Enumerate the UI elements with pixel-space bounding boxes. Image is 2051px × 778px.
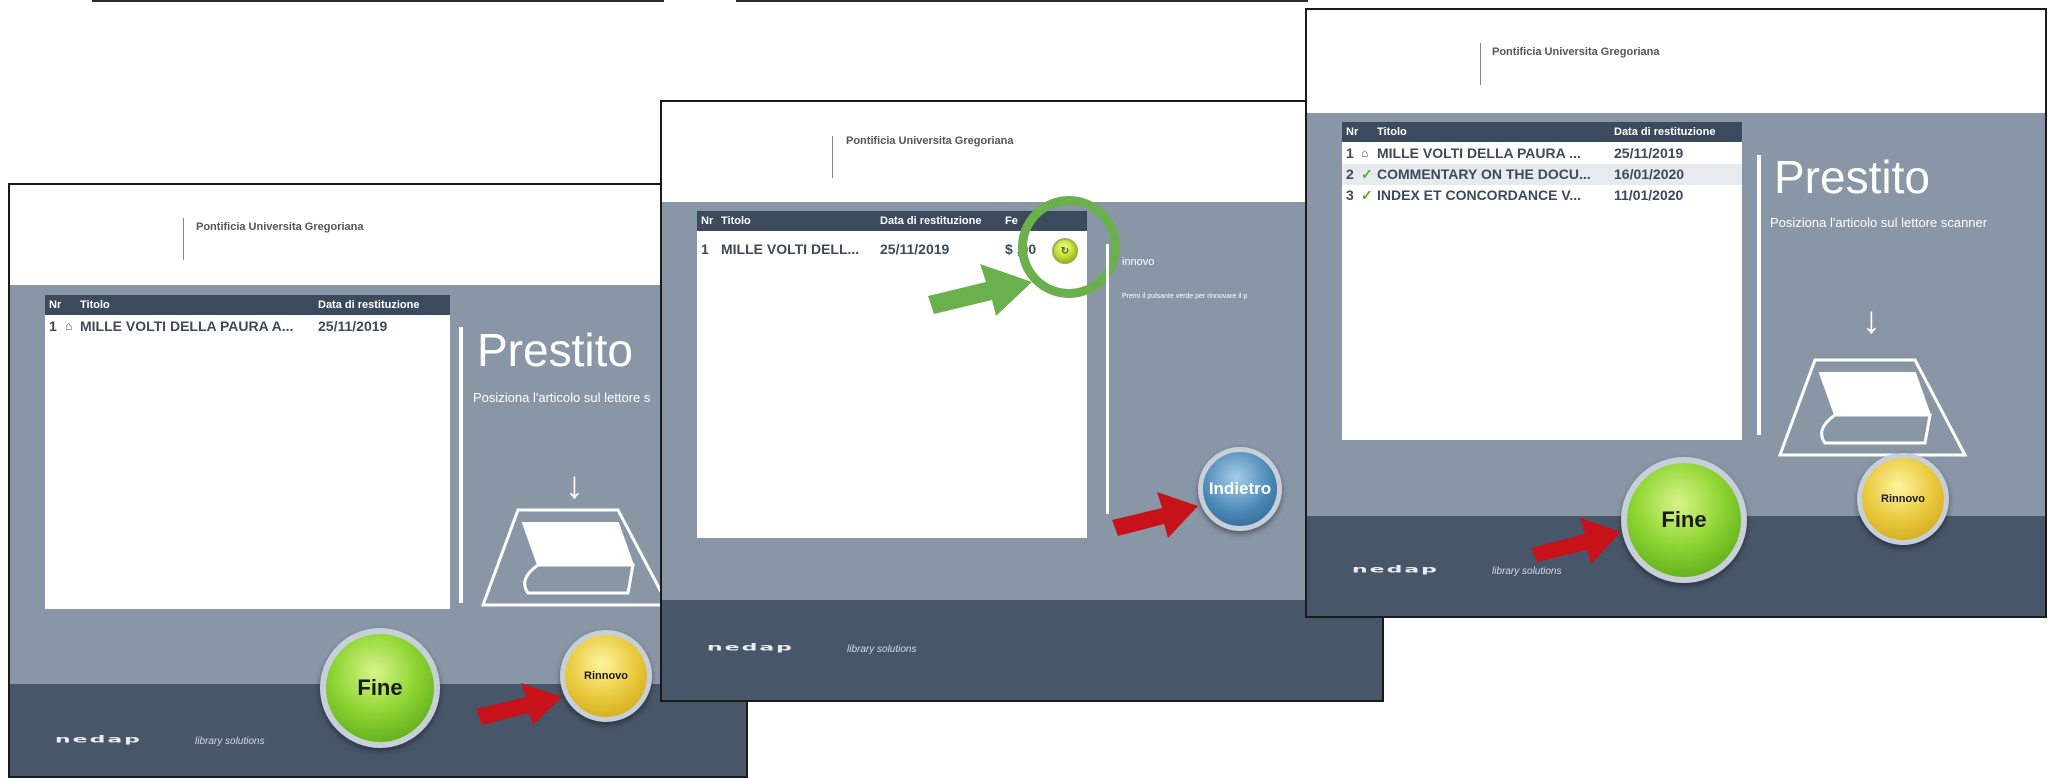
row-date: 11/01/2020 [1614,187,1684,203]
row-date: 25/11/2019 [318,318,388,334]
rinnovo-button[interactable]: Rinnovo [560,630,652,722]
red-callout-arrow [1531,518,1621,564]
book-on-scanner-icon [480,508,671,607]
col-fee: Fe [1005,215,1018,227]
row-nr: 1 [49,318,57,334]
row-nr: 1 [701,241,709,257]
kiosk-screen-1: Pontificia Universita Gregoriana Nr Tito… [8,183,748,778]
brand-tagline: library solutions [195,736,265,747]
check-icon: ✓ [1361,166,1373,182]
screen-heading: innovo [1122,256,1155,268]
book-on-scanner-icon [1777,358,1968,457]
table-header: Nr Titolo Data di restituzione [1342,122,1742,142]
fine-button[interactable]: Fine [1621,457,1747,583]
organization-name: Pontificia Universita Gregoriana [1492,46,1660,58]
brand-wordmark: nedap [1352,564,1439,576]
indietro-button[interactable]: Indietro [1198,447,1282,531]
green-callout-arrow [928,264,1032,316]
col-data: Data di restituzione [880,215,982,227]
table-row[interactable]: 1 ⌂ MILLE VOLTI DELLA PAURA A... 25/11/2… [45,316,450,336]
organization-name: Pontificia Universita Gregoriana [846,135,1014,147]
loan-table: Nr Titolo Data di restituzione 1 ⌂ MILLE… [45,295,450,609]
row-title: COMMENTARY ON THE DOCU... [1377,166,1591,182]
brand-wordmark: nedap [55,734,142,746]
row-title: MILLE VOLTI DELLA PAURA A... [80,318,294,334]
header-divider [1480,43,1481,85]
table-header: Nr Titolo Data di restituzione [45,295,450,315]
col-titolo: Titolo [1377,126,1407,138]
row-nr: 2 [1346,166,1354,182]
section-divider [459,327,463,603]
row-title: INDEX ET CONCORDANCE V... [1377,187,1582,203]
red-callout-arrow [1112,492,1198,538]
col-nr: Nr [1346,126,1359,138]
check-icon: ✓ [1361,187,1373,203]
arrow-down-icon: ↓ [565,465,584,507]
instruction-text: Posiziona l'articolo sul lettore s [473,390,651,405]
row-nr: 1 [1346,145,1354,161]
kiosk-screen-3: Pontificia Universita Gregoriana Nr Tito… [1305,8,2047,618]
cropped-screen-edge-2 [736,0,1308,2]
screen-heading: Prestito [477,324,633,376]
col-nr: Nr [49,299,62,311]
kiosk-screen-2: Pontificia Universita Gregoriana Nr Tito… [660,100,1384,702]
col-data: Data di restituzione [318,299,420,311]
col-data: Data di restituzione [1614,126,1716,138]
fine-button[interactable]: Fine [320,628,440,748]
col-nr: Nr [701,215,714,227]
col-titolo: Titolo [80,299,110,311]
screen-header: Pontificia Universita Gregoriana [10,185,746,285]
table-row[interactable]: 3 ✓ INDEX ET CONCORDANCE V... 11/01/2020 [1342,185,1742,206]
brand-wordmark: nedap [707,642,794,654]
rinnovo-button[interactable]: Rinnovo [1857,453,1949,545]
screen-footer: nedap library solutions [662,600,1382,700]
screen-header: Pontificia Universita Gregoriana [662,102,1382,202]
house-icon: ⌂ [65,319,73,333]
header-divider [832,136,833,178]
brand-tagline: library solutions [847,644,917,655]
row-date: 16/01/2020 [1614,166,1685,182]
instruction-text: Premi il pulsante verde per rinnovare il… [1122,293,1248,300]
arrow-down-icon: ↓ [1862,300,1881,342]
section-divider [1757,155,1761,435]
col-titolo: Titolo [721,215,751,227]
red-callout-arrow [476,683,562,725]
row-date: 25/11/2019 [1614,145,1684,161]
row-title: MILLE VOLTI DELLA PAURA ... [1377,145,1581,161]
organization-name: Pontificia Universita Gregoriana [196,221,364,233]
table-row[interactable]: 2 ✓ COMMENTARY ON THE DOCU... 16/01/2020 [1342,164,1742,185]
header-divider [183,218,184,260]
screen-header: Pontificia Universita Gregoriana [1307,10,2045,113]
screen-heading: Prestito [1774,151,1930,203]
instruction-text: Posiziona l'articolo sul lettore scanner [1770,215,1988,230]
cropped-screen-edge-1 [92,0,664,2]
loan-table: Nr Titolo Data di restituzione 1 ⌂ MILLE… [1342,122,1742,440]
table-row[interactable]: 1 ⌂ MILLE VOLTI DELLA PAURA ... 25/11/20… [1342,143,1742,164]
row-nr: 3 [1346,187,1354,203]
house-icon: ⌂ [1361,146,1369,160]
tutorial-composite: Pontificia Universita Gregoriana Nr Tito… [0,0,2051,778]
section-divider [1106,244,1109,514]
row-title: MILLE VOLTI DELL... [721,241,860,257]
